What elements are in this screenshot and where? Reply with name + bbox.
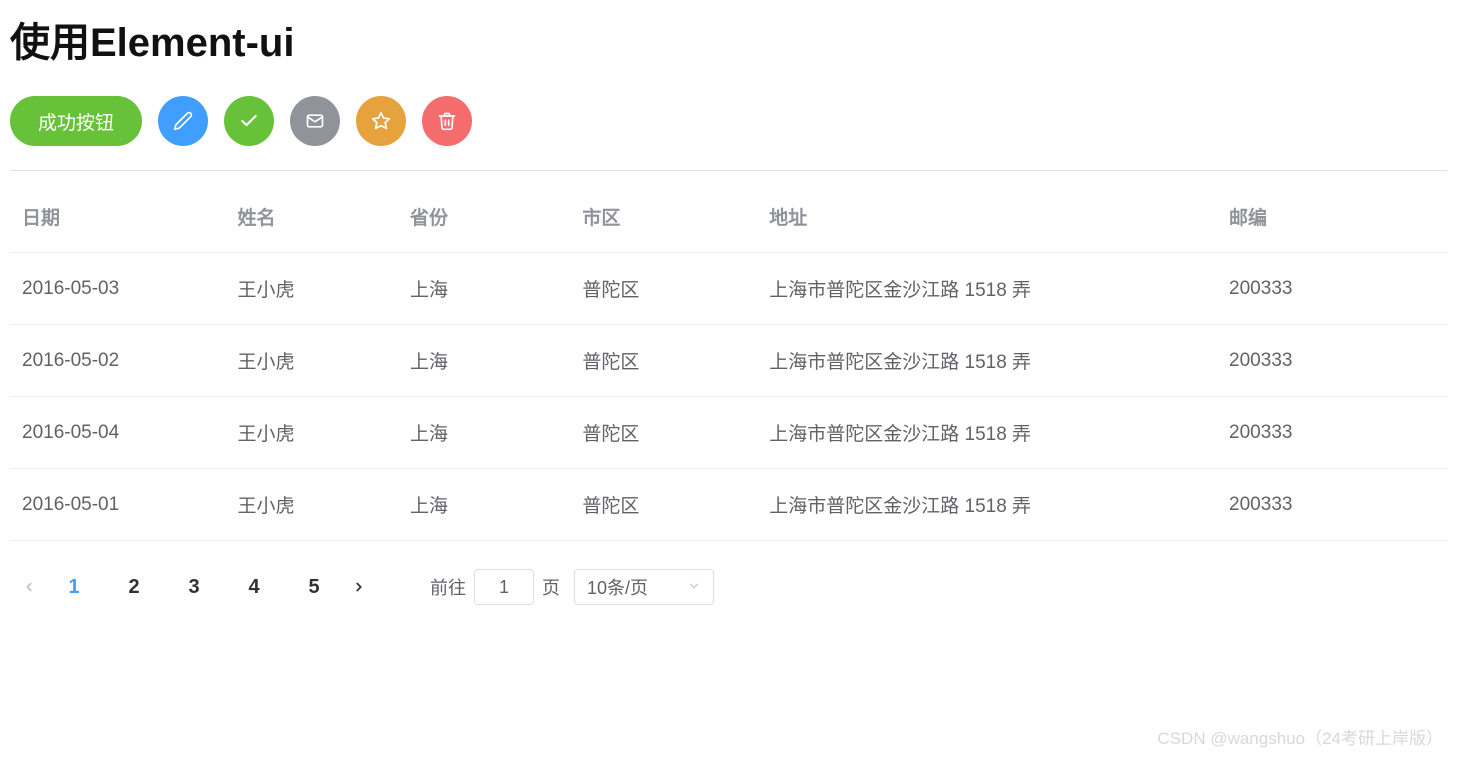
page-size-label: 10条/页 (587, 574, 648, 600)
page-2[interactable]: 2 (124, 576, 144, 599)
page-jumper: 前往 页 10条/页 (430, 569, 714, 605)
page-numbers: 1 2 3 4 5 (22, 576, 366, 599)
success-button[interactable]: 成功按钮 (10, 96, 142, 146)
cell-address: 上海市普陀区金沙江路 1518 弄 (757, 253, 1217, 325)
button-toolbar: 成功按钮 (10, 96, 1447, 171)
table-row: 2016-05-03王小虎上海普陀区上海市普陀区金沙江路 1518 弄20033… (10, 253, 1447, 325)
cell-province: 上海 (398, 253, 570, 325)
next-page[interactable] (352, 580, 366, 594)
col-zip: 邮编 (1217, 181, 1447, 253)
page-size-select[interactable]: 10条/页 (574, 569, 714, 605)
cell-zip: 200333 (1217, 253, 1447, 325)
cell-name: 王小虎 (226, 469, 398, 541)
chevron-down-icon (687, 577, 701, 598)
cell-name: 王小虎 (226, 325, 398, 397)
cell-name: 王小虎 (226, 397, 398, 469)
cell-district: 普陀区 (570, 325, 757, 397)
page-1[interactable]: 1 (64, 576, 84, 599)
page-5[interactable]: 5 (304, 576, 324, 599)
star-icon (371, 111, 391, 131)
table-header-row: 日期 姓名 省份 市区 地址 邮编 (10, 181, 1447, 253)
table-row: 2016-05-04王小虎上海普陀区上海市普陀区金沙江路 1518 弄20033… (10, 397, 1447, 469)
col-date: 日期 (10, 181, 226, 253)
cell-date: 2016-05-02 (10, 325, 226, 397)
col-province: 省份 (398, 181, 570, 253)
cell-district: 普陀区 (570, 253, 757, 325)
jumper-input[interactable] (474, 569, 534, 605)
delete-button[interactable] (422, 96, 472, 146)
cell-district: 普陀区 (570, 397, 757, 469)
cell-province: 上海 (398, 469, 570, 541)
cell-district: 普陀区 (570, 469, 757, 541)
cell-province: 上海 (398, 325, 570, 397)
table-row: 2016-05-01王小虎上海普陀区上海市普陀区金沙江路 1518 弄20033… (10, 469, 1447, 541)
col-address: 地址 (757, 181, 1217, 253)
page-title: 使用Element-ui (10, 10, 1447, 68)
edit-button[interactable] (158, 96, 208, 146)
check-icon (239, 111, 259, 131)
edit-icon (173, 111, 193, 131)
check-button[interactable] (224, 96, 274, 146)
mail-icon (305, 111, 325, 131)
col-name: 姓名 (226, 181, 398, 253)
cell-date: 2016-05-01 (10, 469, 226, 541)
prev-page[interactable] (22, 580, 36, 594)
cell-address: 上海市普陀区金沙江路 1518 弄 (757, 469, 1217, 541)
cell-zip: 200333 (1217, 469, 1447, 541)
star-button[interactable] (356, 96, 406, 146)
cell-zip: 200333 (1217, 325, 1447, 397)
jumper-suffix: 页 (542, 574, 560, 600)
cell-date: 2016-05-03 (10, 253, 226, 325)
data-table: 日期 姓名 省份 市区 地址 邮编 2016-05-03王小虎上海普陀区上海市普… (10, 181, 1447, 541)
cell-zip: 200333 (1217, 397, 1447, 469)
cell-address: 上海市普陀区金沙江路 1518 弄 (757, 397, 1217, 469)
mail-button[interactable] (290, 96, 340, 146)
cell-name: 王小虎 (226, 253, 398, 325)
page-3[interactable]: 3 (184, 576, 204, 599)
jumper-prefix: 前往 (430, 574, 466, 600)
cell-province: 上海 (398, 397, 570, 469)
delete-icon (437, 111, 457, 131)
pagination: 1 2 3 4 5 前往 页 10条/页 (10, 569, 1447, 605)
cell-date: 2016-05-04 (10, 397, 226, 469)
watermark: CSDN @wangshuo（24考研上岸版） (1157, 724, 1443, 749)
cell-address: 上海市普陀区金沙江路 1518 弄 (757, 325, 1217, 397)
table-row: 2016-05-02王小虎上海普陀区上海市普陀区金沙江路 1518 弄20033… (10, 325, 1447, 397)
page-4[interactable]: 4 (244, 576, 264, 599)
col-district: 市区 (570, 181, 757, 253)
